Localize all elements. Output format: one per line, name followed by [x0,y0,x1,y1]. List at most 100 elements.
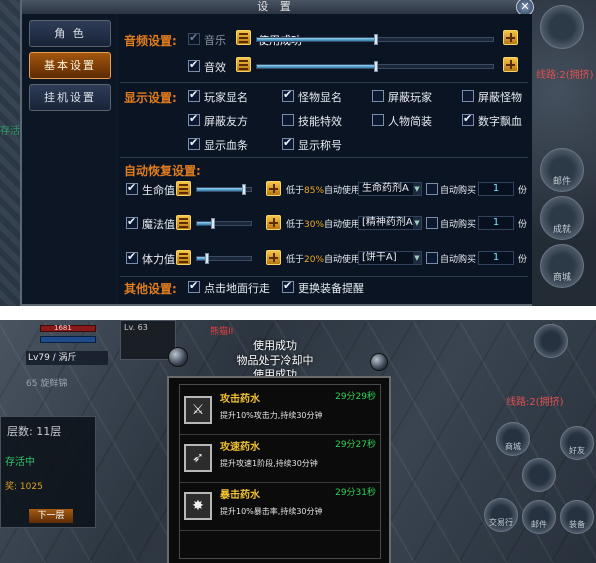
map-icon[interactable] [540,5,584,49]
settings-content: 音频设置: 音乐 使用成功 音效 显示设置: 玩家显名怪物显名屏蔽玩家屏蔽怪物屏… [118,14,532,304]
hp-recovery-label: 生命值 [142,184,175,197]
friends-icon[interactable]: 好友 [560,426,594,460]
buff-row[interactable]: ➶ 攻速药水 29分27秒 提升攻速1阶段,持续30分钟 [180,435,380,483]
show-monster-name-checkbox[interactable] [282,88,294,102]
buff-name: 攻击药水 [220,394,260,405]
target-name: 熊猫II [210,327,234,337]
sfx-minus-button[interactable] [236,57,251,72]
hp-text: 1681 [54,324,72,332]
stamina-unit-label: 份 [518,255,528,265]
sfx-checkbox[interactable] [188,58,200,72]
chevron-down-icon: ▼ [413,252,421,264]
stamina-threshold-slider[interactable] [196,253,252,264]
stamina-item-select[interactable]: [饼干A] ▼ [358,251,422,265]
buff-row[interactable]: ⚔ 攻击药水 29分29秒 提升10%攻击力,持续30分钟 [180,387,380,435]
sfx-label: 音效 [204,61,226,74]
buff-row[interactable]: ✸ 暴击药水 29分31秒 提升10%暴击率,持续30分钟 [180,483,380,531]
next-floor-button[interactable]: 下一层 [29,509,73,523]
hide-players-checkbox[interactable] [372,90,384,102]
divider [120,157,528,158]
mp-autobuy-label: 自动购买 [440,220,477,230]
mp-plus-button[interactable] [266,215,281,230]
mp-recovery-label: 魔法值 [142,218,175,231]
sfx-slider[interactable] [256,61,494,72]
shop-icon[interactable]: 商城 [540,244,584,288]
hp-unit-label: 份 [518,186,528,196]
shop-icon[interactable]: 商城 [496,422,530,456]
music-plus-button[interactable] [503,30,518,45]
close-icon[interactable] [370,353,388,371]
equip-reminder-checkbox[interactable] [282,279,294,293]
survival-status: 存活中 [5,457,35,468]
mp-threshold-slider[interactable] [196,218,252,229]
mail-icon[interactable]: 邮件 [522,500,556,534]
floating-damage-label: 数字飘血 [478,115,522,128]
mail-icon[interactable]: 邮件 [540,148,584,192]
hide-allies-checkbox[interactable] [188,112,200,126]
equip-icon[interactable]: 装备 [560,500,594,534]
chevron-down-icon: ▼ [413,217,421,229]
hp-recovery-checkbox[interactable] [126,181,138,195]
music-slider-fill [257,38,375,41]
hide-players-label: 屏蔽玩家 [388,91,432,104]
music-slider-knob[interactable] [374,34,378,45]
hp-threshold-slider[interactable] [196,184,252,195]
divider [120,276,528,277]
mp-minus-button[interactable] [176,215,191,230]
achievement-icon[interactable]: 成就 [540,196,584,240]
stamina-recovery-checkbox[interactable] [126,250,138,264]
trade-icon[interactable]: 交易行 [484,498,518,532]
buff-list-popup: ⚔ 攻击药水 29分29秒 提升10%攻击力,持续30分钟 ➶ 攻速药水 29分… [167,376,391,563]
tab-auto-settings[interactable]: 挂机设置 [29,84,111,111]
mp-recovery-checkbox[interactable] [126,215,138,229]
stamina-autobuy-label: 自动购买 [440,255,477,265]
hp-item-select[interactable]: 生命药剂A ▼ [358,182,422,196]
show-title-checkbox[interactable] [282,136,294,150]
hide-monsters-label: 屏蔽怪物 [478,91,522,104]
display-section-title: 显示设置: [124,91,177,105]
ability-text: 65 旋鲜锦 [26,379,68,389]
stamina-minus-button[interactable] [176,250,191,265]
hp-plus-button[interactable] [266,181,281,196]
hp-slider-knob[interactable] [241,184,246,195]
recovery-section-title: 自动恢复设置: [124,164,201,178]
reward-text: 奖: 1025 [5,482,43,492]
mp-quantity-input[interactable]: 1 [478,216,514,230]
sfx-plus-button[interactable] [503,57,518,72]
equip-reminder-label: 更换装备提醒 [298,282,364,295]
hp-autobuy-checkbox[interactable] [426,183,438,195]
settings-sidebar: 角 色 基本设置 挂机设置 [22,14,116,304]
stamina-recovery-label: 体力值 [142,253,175,266]
buff-description: 提升攻速1阶段,持续30分钟 [220,459,318,468]
stamina-slider-knob[interactable] [205,253,210,264]
left-game-strip: 存活 [0,0,22,306]
music-checkbox[interactable] [188,31,200,45]
map-icon[interactable] [534,324,568,358]
show-player-name-checkbox[interactable] [188,88,200,102]
tab-character[interactable]: 角 色 [29,20,111,47]
hide-monsters-checkbox[interactable] [462,90,474,102]
mp-item-select[interactable]: [精神药剂A] ▼ [358,216,422,230]
show-monster-name-label: 怪物显名 [298,91,342,104]
left-status-text: 存活 [0,126,20,137]
hp-quantity-input[interactable]: 1 [478,182,514,196]
floating-damage-checkbox[interactable] [462,112,474,126]
settings-screenshot: 存活 线路:2(拥挤) 邮件 成就 商城 设 置 ✕ 角 色 基本设置 挂机设置… [0,0,596,306]
hp-minus-button[interactable] [176,181,191,196]
mp-slider-knob[interactable] [210,218,215,229]
buff-list: ⚔ 攻击药水 29分29秒 提升10%攻击力,持续30分钟 ➶ 攻速药水 29分… [179,384,381,559]
divider [180,530,380,531]
mp-autobuy-checkbox[interactable] [426,217,438,229]
battle-icon[interactable] [522,458,556,492]
stamina-autobuy-checkbox[interactable] [426,252,438,264]
tab-basic-settings[interactable]: 基本设置 [29,52,111,79]
music-slider[interactable] [256,34,494,45]
skill-effects-checkbox[interactable] [282,114,294,126]
stamina-plus-button[interactable] [266,250,281,265]
click-walk-checkbox[interactable] [188,279,200,293]
simple-character-checkbox[interactable] [372,114,384,126]
show-hp-bar-checkbox[interactable] [188,136,200,150]
sfx-slider-knob[interactable] [374,61,378,72]
music-minus-button[interactable] [236,30,251,45]
stamina-quantity-input[interactable]: 1 [478,251,514,265]
